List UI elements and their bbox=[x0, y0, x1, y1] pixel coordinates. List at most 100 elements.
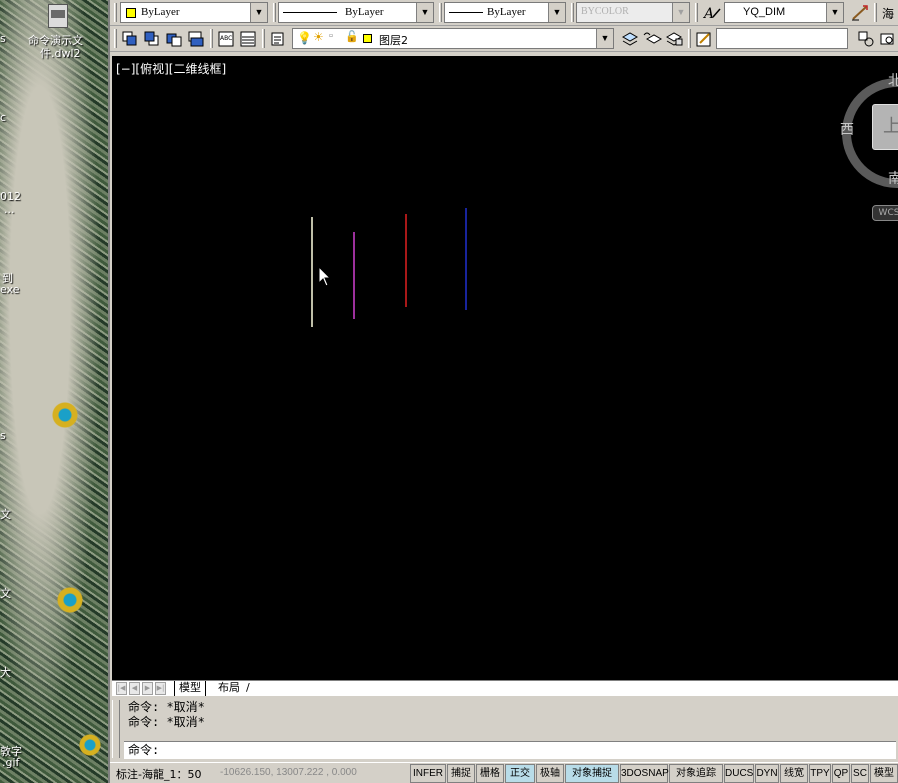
layer-control[interactable]: 💡 ☀ ▫ 🔓 图层2 ▼ bbox=[292, 28, 614, 49]
status-toggle-button[interactable]: QP bbox=[832, 764, 850, 783]
toolbar-grip[interactable] bbox=[695, 3, 698, 22]
sun-icon[interactable]: ☀ bbox=[313, 30, 324, 45]
status-toggle-button[interactable]: 捕捉 bbox=[447, 764, 475, 783]
desktop-text-fragment: 文 bbox=[0, 587, 11, 600]
chevron-down-icon[interactable]: ▼ bbox=[416, 3, 433, 22]
viewcube-top-face[interactable]: 上 bbox=[872, 104, 898, 150]
command-prompt: 命令: bbox=[128, 743, 160, 757]
last-tab-button[interactable]: ▶| bbox=[155, 682, 166, 695]
plotstyle-value: BYCOLOR bbox=[581, 6, 629, 17]
search-field[interactable] bbox=[716, 28, 848, 49]
status-toggle-button[interactable]: 对象追踪 bbox=[669, 764, 723, 783]
toolbar-grip[interactable] bbox=[210, 29, 213, 48]
wcs-menu-button[interactable]: WCS bbox=[872, 205, 898, 221]
screen: 命令演示文 件.dwl2 s c 012 ... 到 exe s 文 文 大 敦… bbox=[0, 0, 898, 783]
draw-order-back-icon[interactable] bbox=[142, 29, 162, 49]
status-toggle-button[interactable]: 3DOSNAP bbox=[620, 764, 669, 783]
make-current-layer-icon[interactable] bbox=[620, 29, 640, 49]
dimstyle-value: YQ_DIM bbox=[743, 6, 786, 18]
status-toggle-button[interactable]: 对象捕捉 bbox=[565, 764, 619, 783]
file-icon[interactable] bbox=[48, 4, 68, 28]
toolbar-grip[interactable] bbox=[273, 3, 276, 22]
dimension-style-icon[interactable] bbox=[850, 3, 870, 23]
compass-west[interactable]: 西 bbox=[840, 119, 854, 139]
desktop-icon-label-ext[interactable]: 件.dwl2 bbox=[40, 45, 81, 61]
tab-model[interactable]: 模型 bbox=[174, 681, 206, 696]
draw-order-under-icon[interactable] bbox=[186, 29, 206, 49]
toolbar-grip[interactable] bbox=[114, 29, 117, 48]
lightbulb-icon[interactable]: 💡 bbox=[297, 31, 312, 46]
first-tab-button[interactable]: |◀ bbox=[116, 682, 127, 695]
coordinate-display[interactable]: -10626.150, 13007.222 , 0.000 bbox=[220, 767, 357, 778]
draw-order-front-icon[interactable] bbox=[120, 29, 140, 49]
command-history-line: 命令: *取消* bbox=[128, 715, 205, 729]
chevron-down-icon[interactable]: ▼ bbox=[548, 3, 565, 22]
toolbar-grip[interactable] bbox=[439, 3, 442, 22]
toolbar-grip[interactable] bbox=[571, 3, 574, 22]
search-input[interactable] bbox=[718, 30, 830, 47]
status-toggle-button[interactable]: 模型 bbox=[870, 764, 898, 783]
plotstyle-control: BYCOLOR ▼ bbox=[576, 2, 690, 23]
chevron-down-icon[interactable]: ▼ bbox=[826, 3, 843, 22]
status-toggle-button[interactable]: SC bbox=[851, 764, 869, 783]
draw-order-above-icon[interactable] bbox=[164, 29, 184, 49]
layer-states-icon[interactable] bbox=[664, 29, 684, 49]
status-toggle-button[interactable]: DYN bbox=[755, 764, 779, 783]
prev-tab-button[interactable]: ◀ bbox=[129, 682, 140, 695]
quick-properties-icon[interactable] bbox=[694, 29, 714, 49]
layer-name: 图层2 bbox=[379, 34, 408, 47]
desktop-text-fragment: 012 bbox=[0, 190, 21, 203]
command-input[interactable] bbox=[166, 743, 767, 757]
layer-properties-icon[interactable] bbox=[268, 29, 288, 49]
status-toggle-button[interactable]: TPY bbox=[809, 764, 831, 783]
chevron-down-icon[interactable]: ▼ bbox=[596, 29, 613, 48]
lineweight-control[interactable]: ByLayer ▼ bbox=[444, 2, 566, 23]
command-history-line: 命令: *取消* bbox=[128, 700, 205, 714]
toolbar-grip[interactable] bbox=[262, 29, 265, 48]
linetype-control[interactable]: ByLayer ▼ bbox=[278, 2, 434, 23]
color-control[interactable]: ByLayer ▼ bbox=[120, 2, 268, 23]
svg-text:A: A bbox=[702, 6, 714, 22]
status-toggle-button[interactable]: INFER bbox=[410, 764, 446, 783]
layer-color-swatch bbox=[363, 34, 372, 43]
mouse-pointer-icon bbox=[318, 265, 332, 291]
hatch-to-back-icon[interactable] bbox=[238, 29, 258, 49]
viewport-freeze-icon[interactable]: ▫ bbox=[329, 30, 333, 42]
toolbar-grip[interactable] bbox=[874, 3, 877, 22]
status-toggle-button[interactable]: DUCS bbox=[724, 764, 754, 783]
status-toggle-button[interactable]: 线宽 bbox=[780, 764, 808, 783]
desktop-background: 命令演示文 件.dwl2 s c 012 ... 到 exe s 文 文 大 敦… bbox=[0, 0, 108, 783]
drawing-canvas[interactable]: [−][俯视][二维线框] 上 北 西 南 WCS bbox=[112, 56, 898, 680]
desktop-text-fragment: exe bbox=[0, 283, 20, 296]
autocad-window: ByLayer ▼ ByLayer ▼ ByLayer ▼ BYCOLOR ▼ bbox=[108, 0, 898, 783]
annotation-scale[interactable]: 标注-海龍_1：50 bbox=[116, 766, 201, 782]
linetype-preview bbox=[283, 12, 337, 13]
command-input-row[interactable]: 命令: bbox=[124, 741, 896, 759]
layer-previous-icon[interactable] bbox=[642, 29, 663, 49]
toolbar-cutoff-text: 海 bbox=[882, 7, 895, 21]
next-tab-button[interactable]: ▶ bbox=[142, 682, 153, 695]
desktop-text-fragment: 大 bbox=[0, 666, 11, 679]
status-toggle-button[interactable]: 栅格 bbox=[476, 764, 504, 783]
command-line-grip[interactable] bbox=[112, 700, 120, 758]
chevron-down-icon[interactable]: ▼ bbox=[250, 3, 267, 22]
chevron-down-icon: ▼ bbox=[672, 3, 689, 22]
unlock-icon[interactable]: 🔓 bbox=[345, 30, 359, 43]
toolbar-grip[interactable] bbox=[114, 3, 117, 22]
desktop-text-fragment: s bbox=[0, 429, 6, 442]
toolbar-grip[interactable] bbox=[688, 29, 691, 48]
text-style-icon[interactable]: A bbox=[702, 3, 722, 23]
compass-north[interactable]: 北 bbox=[888, 70, 898, 90]
lineweight-value: ByLayer bbox=[487, 6, 526, 18]
desktop-text-fragment: 文 bbox=[0, 508, 11, 521]
dimstyle-control[interactable]: YQ_DIM ▼ bbox=[724, 2, 844, 23]
tab-separator: / bbox=[246, 681, 250, 694]
compass-south[interactable]: 南 bbox=[888, 168, 898, 188]
status-toggle-button[interactable]: 极轴 bbox=[536, 764, 564, 783]
zoom-previous-icon[interactable] bbox=[878, 29, 898, 49]
tab-layout[interactable]: 布局 bbox=[214, 681, 244, 696]
zoom-window-icon[interactable] bbox=[856, 29, 876, 49]
status-toggle-button[interactable]: 正交 bbox=[505, 764, 535, 783]
text-to-front-icon[interactable]: ABC bbox=[216, 29, 236, 49]
desktop-text-fragment: ... bbox=[4, 203, 15, 216]
